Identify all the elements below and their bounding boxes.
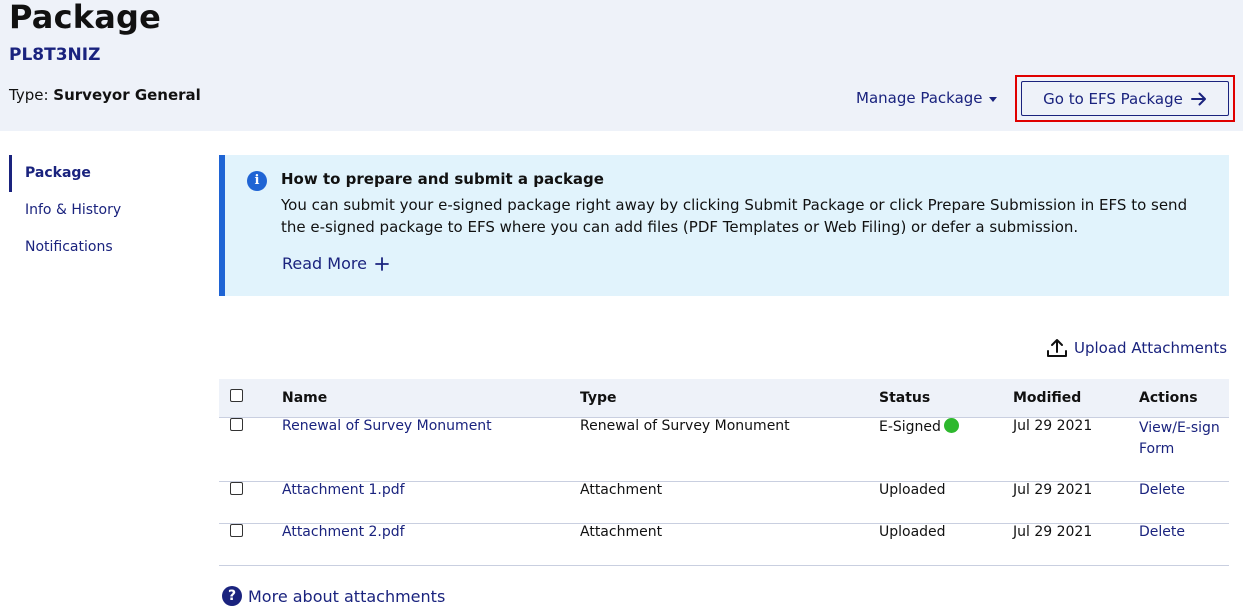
upload-icon — [1047, 339, 1067, 357]
delete-link[interactable]: Delete — [1139, 524, 1185, 540]
row-status-text: E-Signed — [879, 418, 941, 435]
help-question-icon: ? — [222, 586, 242, 606]
package-id: PL8T3NIZ — [9, 45, 101, 65]
view-esign-form-link[interactable]: View/E-sign Form — [1139, 418, 1229, 460]
select-all-checkbox[interactable] — [230, 389, 243, 403]
row-status: Uploaded — [879, 481, 946, 498]
table-header-row: Name Type Status Modified Actions — [219, 379, 1229, 417]
package-type: Type: Surveyor General — [9, 86, 201, 104]
upload-attachments-label: Upload Attachments — [1074, 339, 1228, 357]
row-modified: Jul 29 2021 — [1013, 523, 1093, 540]
table-row: Renewal of Survey Monument Renewal of Su… — [219, 417, 1229, 481]
column-header-name: Name — [282, 389, 328, 406]
page-title: Package — [9, 0, 162, 36]
manage-package-label: Manage Package — [856, 89, 983, 107]
table-row: Attachment 2.pdf Attachment Uploaded Jul… — [219, 523, 1229, 565]
status-signed-dot-icon — [943, 417, 959, 433]
attachments-table: Name Type Status Modified Actions Renewa… — [219, 379, 1229, 566]
row-type: Renewal of Survey Monument — [580, 417, 790, 434]
column-header-actions: Actions — [1139, 389, 1198, 406]
column-header-status: Status — [879, 389, 931, 406]
row-status: E-Signed — [879, 417, 1013, 481]
info-callout: i How to prepare and submit a package Yo… — [219, 155, 1229, 296]
row-status: Uploaded — [879, 523, 946, 540]
row-name-link[interactable]: Attachment 2.pdf — [282, 524, 405, 540]
info-icon: i — [247, 171, 267, 191]
sidenav-item-notifications[interactable]: Notifications — [9, 229, 189, 266]
arrow-right-icon — [1190, 92, 1206, 105]
info-title: How to prepare and submit a package — [281, 170, 604, 188]
more-about-attachments-label: More about attachments — [248, 586, 446, 606]
package-type-value: Surveyor General — [53, 86, 201, 104]
side-navigation: Package Info & History Notifications — [9, 155, 189, 266]
caret-down-icon — [988, 96, 997, 102]
info-body: You can submit your e-signed package rig… — [281, 196, 1188, 236]
row-name-link[interactable]: Renewal of Survey Monument — [282, 418, 492, 434]
sidenav-item-package[interactable]: Package — [9, 155, 189, 192]
table-row: Attachment 1.pdf Attachment Uploaded Jul… — [219, 481, 1229, 523]
read-more-link[interactable]: Read More — [282, 254, 389, 273]
more-about-attachments-link[interactable]: ? More about attachments — [222, 586, 445, 606]
upload-attachments-button[interactable]: Upload Attachments — [1046, 338, 1227, 358]
column-header-modified: Modified — [1013, 389, 1082, 406]
row-type: Attachment — [580, 481, 663, 498]
row-checkbox[interactable] — [230, 417, 243, 431]
row-checkbox[interactable] — [230, 481, 243, 495]
read-more-label: Read More — [282, 254, 367, 273]
sidenav-item-info-history[interactable]: Info & History — [9, 192, 189, 229]
row-modified: Jul 29 2021 — [1013, 481, 1093, 498]
row-name-link[interactable]: Attachment 1.pdf — [282, 482, 405, 498]
delete-link[interactable]: Delete — [1139, 482, 1185, 498]
row-checkbox[interactable] — [230, 523, 243, 537]
row-modified: Jul 29 2021 — [1013, 417, 1093, 434]
go-to-efs-package-label: Go to EFS Package — [1043, 89, 1183, 108]
row-type: Attachment — [580, 523, 663, 540]
package-type-label: Type: — [9, 86, 54, 104]
page-header: Package PL8T3NIZ Type: Surveyor General … — [0, 0, 1243, 131]
plus-icon — [375, 256, 389, 271]
go-to-efs-package-button[interactable]: Go to EFS Package — [1021, 81, 1229, 116]
column-header-type: Type — [580, 389, 617, 406]
manage-package-dropdown[interactable]: Manage Package — [856, 89, 997, 107]
